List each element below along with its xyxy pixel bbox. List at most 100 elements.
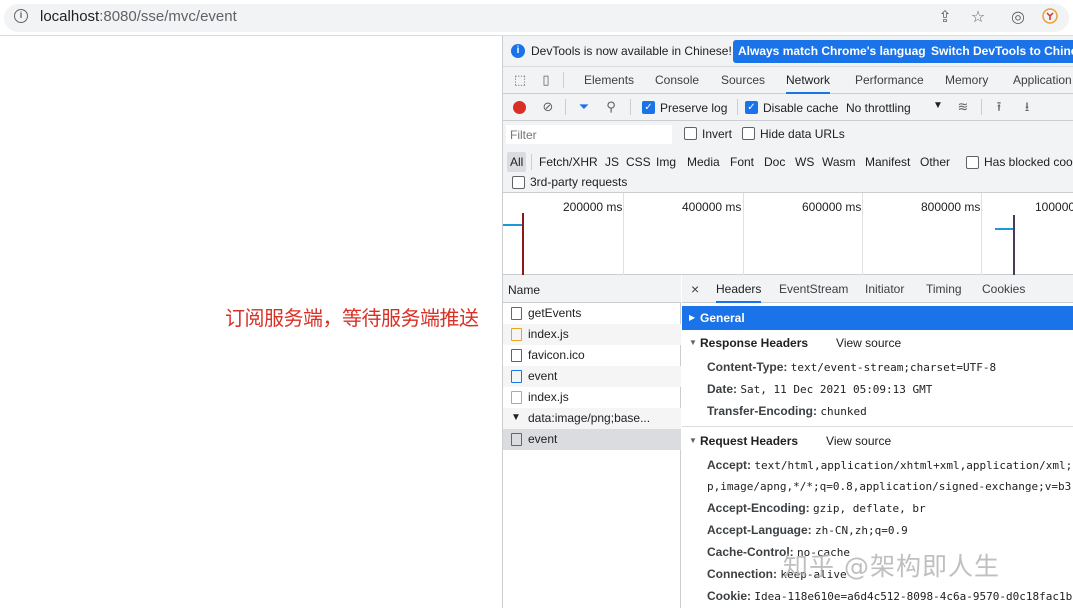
header-row: Accept-Encoding: gzip, deflate, br	[707, 497, 926, 519]
device-toolbar-icon[interactable]: ▯	[538, 72, 554, 88]
has-blocked-cookies-checkbox[interactable]	[966, 156, 979, 169]
tab-memory[interactable]: Memory	[945, 67, 988, 94]
info-icon: i	[511, 44, 525, 58]
filter-type-js[interactable]: JS	[602, 152, 622, 172]
invert-checkbox[interactable]	[684, 127, 697, 140]
filter-type-doc[interactable]: Doc	[761, 152, 788, 172]
tab-console[interactable]: Console	[655, 67, 699, 94]
match-language-button[interactable]: Always match Chrome's language	[733, 40, 938, 63]
header-value: Sat, 11 Dec 2021 05:09:13 GMT	[740, 383, 933, 396]
request-headers-title: Request Headers	[700, 434, 799, 448]
site-info-icon[interactable]: i	[14, 9, 28, 23]
timeline-label: 1000000 ms	[1035, 200, 1073, 214]
filter-type-media[interactable]: Media	[684, 152, 723, 172]
tab-performance[interactable]: Performance	[855, 67, 924, 94]
filter-type-font[interactable]: Font	[727, 152, 757, 172]
filter-icon[interactable]: ⏷	[576, 99, 592, 115]
filter-type-wasm[interactable]: Wasm	[819, 152, 859, 172]
tab-headers[interactable]: Headers	[716, 275, 762, 303]
disable-cache-checkbox[interactable]: ✓	[745, 101, 758, 114]
third-party-checkbox[interactable]	[512, 176, 525, 189]
response-headers-section[interactable]: ▼ Response Headers View source	[682, 333, 901, 353]
request-row[interactable]: event	[503, 366, 681, 387]
request-row[interactable]: favicon.ico	[503, 345, 681, 366]
export-har-icon[interactable]: ⭳	[1019, 99, 1035, 115]
request-row-selected[interactable]: event	[503, 429, 681, 450]
throttling-select[interactable]: No throttling	[846, 101, 911, 115]
header-row: Accept-Language: zh-CN,zh;q=0.9	[707, 519, 908, 541]
timeline-label: 400000 ms	[682, 200, 742, 214]
header-key: Date:	[707, 382, 738, 396]
preserve-log-label: Preserve log	[660, 101, 728, 115]
profile-icon[interactable]	[1040, 8, 1060, 28]
tab-application[interactable]: Application	[1013, 67, 1072, 94]
import-har-icon[interactable]: ⭱	[991, 99, 1007, 115]
filter-type-css[interactable]: CSS	[623, 152, 654, 172]
devtools-panel: i DevTools is now available in Chinese! …	[502, 36, 1073, 608]
tab-elements[interactable]: Elements	[584, 67, 634, 94]
request-name: index.js	[528, 390, 569, 404]
filter-input[interactable]	[506, 125, 672, 144]
name-column-header[interactable]: Name	[503, 275, 681, 303]
inspect-element-icon[interactable]: ⬚	[512, 72, 528, 88]
timeline-gridline	[862, 193, 863, 275]
collapse-arrow-icon: ▼	[689, 338, 697, 347]
request-row[interactable]: index.js	[503, 324, 681, 345]
divider	[565, 99, 566, 115]
details-tabbar: × Headers EventStream Initiator Timing C…	[682, 275, 1073, 303]
script-icon	[511, 391, 522, 404]
request-row[interactable]: ▼ data:image/png;base...	[503, 408, 681, 429]
tab-timing[interactable]: Timing	[926, 275, 962, 303]
request-row[interactable]: index.js	[503, 387, 681, 408]
filter-bar: Invert Hide data URLs All Fetch/XHR JS C…	[503, 121, 1073, 193]
bookmark-star-icon[interactable]: ☆	[968, 8, 988, 28]
network-conditions-icon[interactable]: ≋	[955, 99, 971, 115]
disable-cache-label: Disable cache	[763, 101, 839, 115]
header-key: Content-Type:	[707, 360, 788, 374]
script-icon	[511, 328, 522, 341]
search-icon[interactable]: ⚲	[603, 99, 619, 115]
header-key: Cache-Control:	[707, 545, 794, 559]
request-row[interactable]: getEvents	[503, 303, 681, 324]
language-infobar: i DevTools is now available in Chinese! …	[503, 36, 1073, 67]
has-blocked-cookies-label: Has blocked cookies	[984, 155, 1073, 169]
response-view-source-link[interactable]: View source	[836, 336, 901, 350]
timeline-load-marker	[522, 213, 524, 275]
request-headers-section[interactable]: ▼ Request Headers View source	[682, 431, 891, 451]
timeline-gridline	[743, 193, 744, 275]
filter-type-manifest[interactable]: Manifest	[862, 152, 913, 172]
timeline-load-marker	[1013, 215, 1015, 275]
header-value: p,image/apng,*/*;q=0.8,application/signe…	[707, 480, 1073, 493]
request-name: getEvents	[528, 306, 582, 320]
tab-network[interactable]: Network	[786, 67, 831, 94]
filter-type-all[interactable]: All	[507, 152, 527, 172]
preserve-log-checkbox[interactable]: ✓	[642, 101, 655, 114]
timeline-gridline	[623, 193, 624, 275]
filter-type-ws[interactable]: WS	[792, 152, 817, 172]
share-icon[interactable]: ⇪	[935, 8, 955, 28]
network-timeline[interactable]: 200000 ms 400000 ms 600000 ms 800000 ms …	[503, 193, 1073, 275]
filter-type-fetch-xhr[interactable]: Fetch/XHR	[536, 152, 601, 172]
request-view-source-link[interactable]: View source	[826, 434, 891, 448]
tab-eventstream[interactable]: EventStream	[779, 275, 848, 303]
header-value: text/html,application/xhtml+xml,applicat…	[754, 459, 1073, 472]
filter-type-other[interactable]: Other	[917, 152, 953, 172]
extension-icon[interactable]: ◎	[1008, 8, 1028, 28]
record-icon[interactable]	[513, 101, 526, 114]
dropdown-arrow-icon[interactable]: ▼	[933, 100, 943, 111]
filter-type-img[interactable]: Img	[653, 152, 679, 172]
header-row-continued: p,image/apng,*/*;q=0.8,application/signe…	[707, 475, 1073, 497]
tab-cookies[interactable]: Cookies	[982, 275, 1025, 303]
request-name: event	[528, 369, 558, 383]
hide-data-urls-checkbox[interactable]	[742, 127, 755, 140]
switch-language-button[interactable]: Switch DevTools to Chinese	[926, 40, 1073, 63]
tab-sources[interactable]: Sources	[721, 67, 765, 94]
clear-icon[interactable]: ⊘	[540, 99, 556, 115]
general-section-header[interactable]: ▶ General	[682, 306, 1073, 330]
header-key: Accept:	[707, 458, 752, 472]
close-icon[interactable]: ×	[691, 275, 699, 303]
tab-initiator[interactable]: Initiator	[865, 275, 904, 303]
general-label: General	[700, 311, 745, 325]
divider	[737, 99, 738, 115]
url-text[interactable]: localhost:8080/sse/mvc/event	[40, 8, 237, 25]
